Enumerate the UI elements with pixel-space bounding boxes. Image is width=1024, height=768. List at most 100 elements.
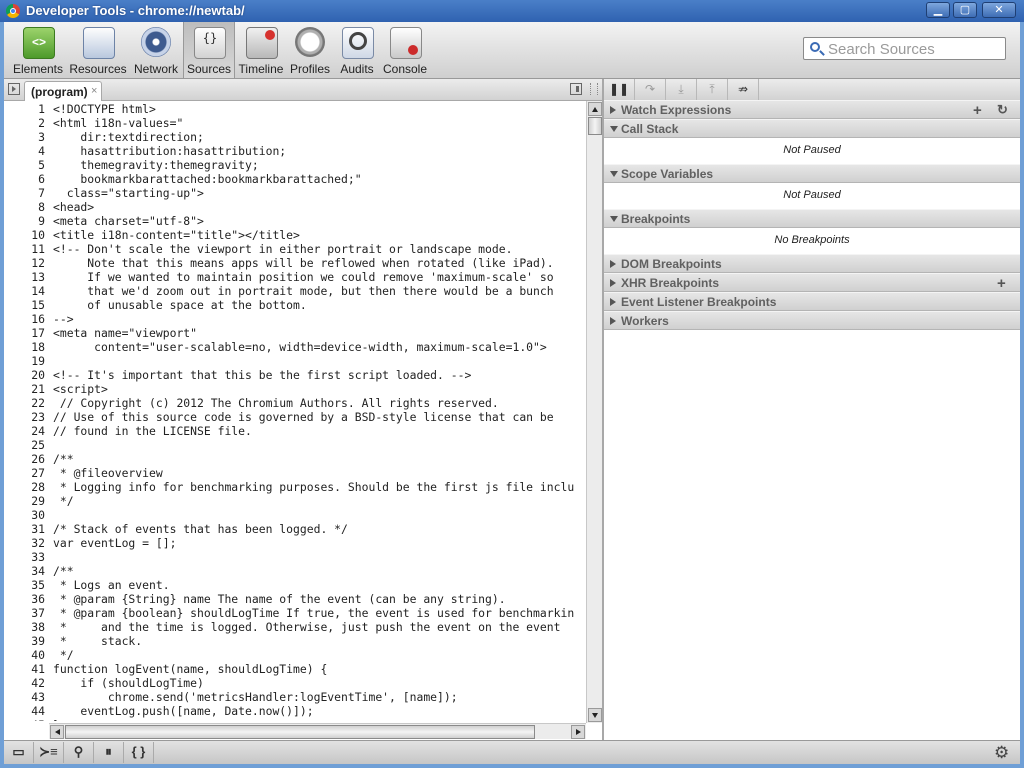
code-text: <!-- It's important that this be the fir… xyxy=(53,368,472,382)
tab-console[interactable]: Console xyxy=(380,22,430,78)
line-number[interactable]: 31 xyxy=(4,522,45,536)
dock-toggle-button[interactable]: ▭ xyxy=(4,742,34,763)
settings-gear-icon[interactable]: ⚙ xyxy=(994,743,1012,762)
pane-dom-breakpoints[interactable]: DOM Breakpoints xyxy=(604,254,1020,273)
show-navigator-icon[interactable] xyxy=(8,83,20,95)
search-box[interactable] xyxy=(803,37,1006,60)
pane-scope-variables[interactable]: Scope Variables xyxy=(604,164,1020,183)
step-over-button[interactable]: ↷ xyxy=(635,79,666,100)
scroll-thumb[interactable] xyxy=(588,117,602,135)
line-number[interactable]: 34 xyxy=(4,564,45,578)
close-tab-icon[interactable]: × xyxy=(91,85,97,97)
line-number[interactable]: 4 xyxy=(4,144,45,158)
line-number[interactable]: 35 xyxy=(4,578,45,592)
pretty-print-button[interactable]: { } xyxy=(124,742,154,763)
line-number[interactable]: 2 xyxy=(4,116,45,130)
line-number[interactable]: 41 xyxy=(4,662,45,676)
add-watch-expression-button[interactable]: + xyxy=(973,102,982,119)
pane-breakpoints[interactable]: Breakpoints xyxy=(604,209,1020,228)
toggle-debugger-sidebar-icon[interactable] xyxy=(570,83,582,95)
scroll-down-arrow[interactable] xyxy=(588,708,602,722)
pane-workers[interactable]: Workers xyxy=(604,311,1020,330)
line-number[interactable]: 20 xyxy=(4,368,45,382)
pause-button[interactable]: ❚❚ xyxy=(604,79,635,100)
editor-file-tab[interactable]: (program) × xyxy=(24,81,102,101)
line-number[interactable]: 40 xyxy=(4,648,45,662)
code-line: 34 /** xyxy=(4,564,586,578)
line-number[interactable]: 15 xyxy=(4,298,45,312)
code-text: if (shouldLogTime) xyxy=(53,676,204,690)
line-number[interactable]: 30 xyxy=(4,508,45,522)
maximize-button[interactable]: ▢ xyxy=(953,2,977,18)
step-into-button[interactable]: ⤓ xyxy=(666,79,697,100)
line-number[interactable]: 33 xyxy=(4,550,45,564)
line-number[interactable]: 29 xyxy=(4,494,45,508)
pane-xhr-breakpoints[interactable]: XHR Breakpoints + xyxy=(604,273,1020,292)
scroll-up-arrow[interactable] xyxy=(588,102,602,116)
scroll-left-arrow[interactable] xyxy=(50,725,64,739)
vertical-scrollbar[interactable] xyxy=(586,101,602,723)
line-number[interactable]: 27 xyxy=(4,466,45,480)
console-drawer-button[interactable]: ≻≡ xyxy=(34,742,64,763)
tab-profiles[interactable]: Profiles xyxy=(286,22,334,78)
resize-grip[interactable] xyxy=(590,83,598,95)
tab-network[interactable]: Network xyxy=(130,22,182,78)
close-button[interactable]: ✕ xyxy=(982,2,1016,18)
scroll-thumb[interactable] xyxy=(65,725,535,739)
pause-on-exceptions-button[interactable]: ⏸ xyxy=(94,742,124,763)
deactivate-breakpoints-button[interactable]: ⇏ xyxy=(728,79,759,100)
line-number[interactable]: 1 xyxy=(4,102,45,116)
tab-sources[interactable]: Sources xyxy=(183,22,235,78)
pane-event-listener-breakpoints[interactable]: Event Listener Breakpoints xyxy=(604,292,1020,311)
search-button[interactable]: ⚲ xyxy=(64,742,94,763)
add-xhr-breakpoint-button[interactable]: + xyxy=(997,275,1006,292)
line-number[interactable]: 21 xyxy=(4,382,45,396)
tab-audits[interactable]: Audits xyxy=(334,22,380,78)
line-number[interactable]: 8 xyxy=(4,200,45,214)
code-text: */ xyxy=(53,494,74,508)
line-number[interactable]: 32 xyxy=(4,536,45,550)
line-number[interactable]: 39 xyxy=(4,634,45,648)
scroll-right-arrow[interactable] xyxy=(571,725,585,739)
line-number[interactable]: 9 xyxy=(4,214,45,228)
line-number[interactable]: 36 xyxy=(4,592,45,606)
code-editor[interactable]: 1 <!DOCTYPE html> 2 <html i18n-values=" 3 di… xyxy=(4,101,586,721)
line-number[interactable]: 28 xyxy=(4,480,45,494)
tab-resources[interactable]: Resources xyxy=(68,22,128,78)
tab-elements[interactable]: Elements xyxy=(8,22,68,78)
line-number[interactable]: 37 xyxy=(4,606,45,620)
line-number[interactable]: 13 xyxy=(4,270,45,284)
pane-call-stack[interactable]: Call Stack xyxy=(604,119,1020,138)
line-number[interactable]: 7 xyxy=(4,186,45,200)
line-number[interactable]: 11 xyxy=(4,242,45,256)
line-number[interactable]: 5 xyxy=(4,158,45,172)
line-number[interactable]: 24 xyxy=(4,424,45,438)
line-number[interactable]: 17 xyxy=(4,326,45,340)
line-number[interactable]: 3 xyxy=(4,130,45,144)
line-number[interactable]: 42 xyxy=(4,676,45,690)
line-number[interactable]: 23 xyxy=(4,410,45,424)
line-number[interactable]: 44 xyxy=(4,704,45,718)
refresh-watch-button[interactable]: ↻ xyxy=(997,102,1008,118)
horizontal-scrollbar[interactable] xyxy=(49,723,586,739)
minimize-button[interactable]: ▁ xyxy=(926,2,950,18)
pane-title: Call Stack xyxy=(621,122,679,136)
line-number[interactable]: 43 xyxy=(4,690,45,704)
code-text: // Copyright (c) 2012 The Chromium Autho… xyxy=(53,396,499,410)
search-sources-input[interactable] xyxy=(826,39,1005,60)
line-number[interactable]: 18 xyxy=(4,340,45,354)
line-number[interactable]: 14 xyxy=(4,284,45,298)
line-number[interactable]: 16 xyxy=(4,312,45,326)
line-number[interactable]: 38 xyxy=(4,620,45,634)
tab-timeline[interactable]: Timeline xyxy=(236,22,286,78)
step-out-button[interactable]: ⤒ xyxy=(697,79,728,100)
line-number[interactable]: 19 xyxy=(4,354,45,368)
line-number[interactable]: 10 xyxy=(4,228,45,242)
line-number[interactable]: 22 xyxy=(4,396,45,410)
line-number[interactable]: 25 xyxy=(4,438,45,452)
line-number[interactable]: 6 xyxy=(4,172,45,186)
line-number[interactable]: 45 xyxy=(4,718,45,721)
line-number[interactable]: 12 xyxy=(4,256,45,270)
pane-watch-expressions[interactable]: Watch Expressions + ↻ xyxy=(604,100,1020,119)
line-number[interactable]: 26 xyxy=(4,452,45,466)
